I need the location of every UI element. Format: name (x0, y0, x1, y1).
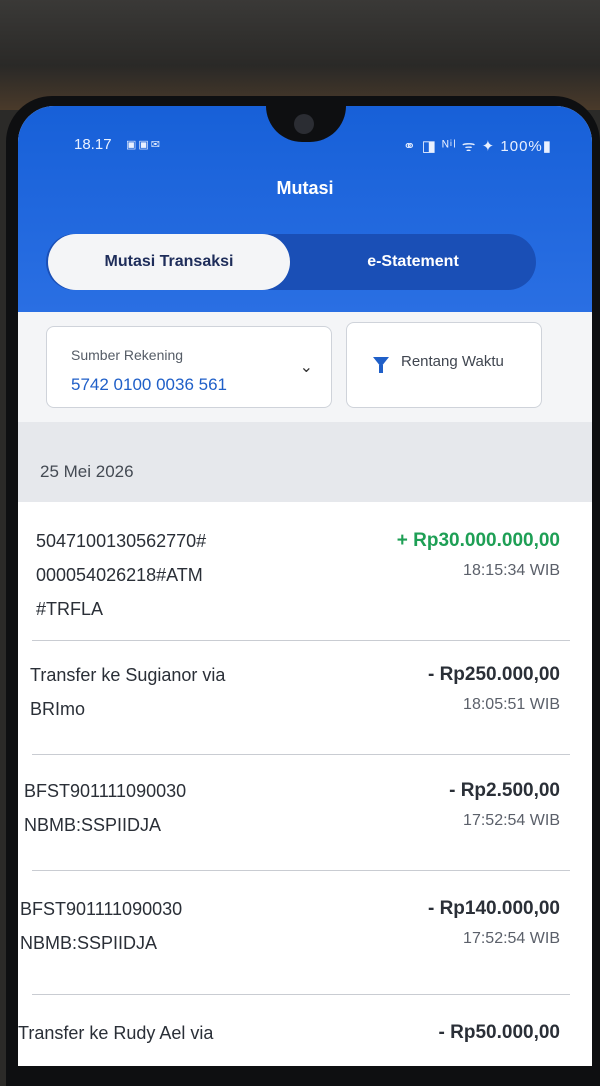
desk-background (0, 0, 600, 110)
source-account-label: Sumber Rekening (71, 347, 184, 363)
source-account-select[interactable]: Sumber Rekening 5742 0100 0036 561 ⌄ (46, 326, 332, 408)
transaction-time: 18:15:34 WIB (463, 562, 560, 579)
phone-screen: 18.17 ▣▣✉ ⚭ ◨ ᴺⁱˡ ᯤ ✦ 100%▮ Mutasi Mutas… (18, 106, 592, 1066)
tab-mutasi-transaksi[interactable]: Mutasi Transaksi (48, 234, 290, 290)
date-header-text: 25 Mei 2026 (40, 462, 134, 481)
transaction-time: 17:52:54 WIB (463, 930, 560, 947)
divider (32, 870, 570, 871)
divider (32, 994, 570, 995)
page-title: Mutasi (276, 178, 334, 198)
date-range-label: Rentang Waktu (401, 353, 504, 370)
filter-bar: Sumber Rekening 5742 0100 0036 561 ⌄ Ren… (18, 312, 592, 422)
notification-icons: ▣▣✉ (126, 139, 163, 151)
transaction-description: 5047100130562770# 000054026218#ATM #TRFLA (36, 531, 207, 619)
chevron-down-icon: ⌄ (299, 359, 313, 376)
camera-icon (294, 114, 314, 134)
transaction-time: 18:05:51 WIB (463, 696, 560, 713)
date-range-button[interactable]: Rentang Waktu (346, 322, 542, 408)
transaction-description: BFST901111090030 NBMB:SSPIIDJA (24, 781, 187, 835)
transaction-description: BFST901111090030 NBMB:SSPIIDJA (20, 899, 183, 953)
divider (32, 754, 570, 755)
status-right-icons: ⚭ ◨ ᴺⁱˡ ᯤ ✦ 100%▮ (403, 138, 552, 155)
transaction-amount: - Rp140.000,00 (427, 898, 560, 919)
transaction-amount: - Rp2.500,00 (449, 780, 560, 801)
source-account-value: 5742 0100 0036 561 (71, 375, 227, 394)
transaction-description: Transfer ke Rudy Ael via (18, 1023, 214, 1043)
tab-bar: Mutasi Transaksi e-Statement (46, 234, 536, 290)
filter-icon (373, 357, 389, 373)
transaction-amount: + Rp30.000.000,00 (396, 530, 560, 551)
status-time: 18.17 (74, 136, 112, 153)
transaction-time: 17:52:54 WIB (463, 812, 560, 829)
transaction-amount: - Rp250.000,00 (427, 664, 560, 685)
date-header: 25 Mei 2026 (18, 422, 592, 502)
transaction-list: 5047100130562770# 000054026218#ATM #TRFLA … (18, 502, 592, 1066)
transaction-description: Transfer ke Sugianor via BRImo (30, 665, 226, 719)
divider (32, 640, 570, 641)
tab-e-statement[interactable]: e-Statement (290, 234, 536, 290)
transaction-amount: - Rp50.000,00 (438, 1022, 560, 1043)
